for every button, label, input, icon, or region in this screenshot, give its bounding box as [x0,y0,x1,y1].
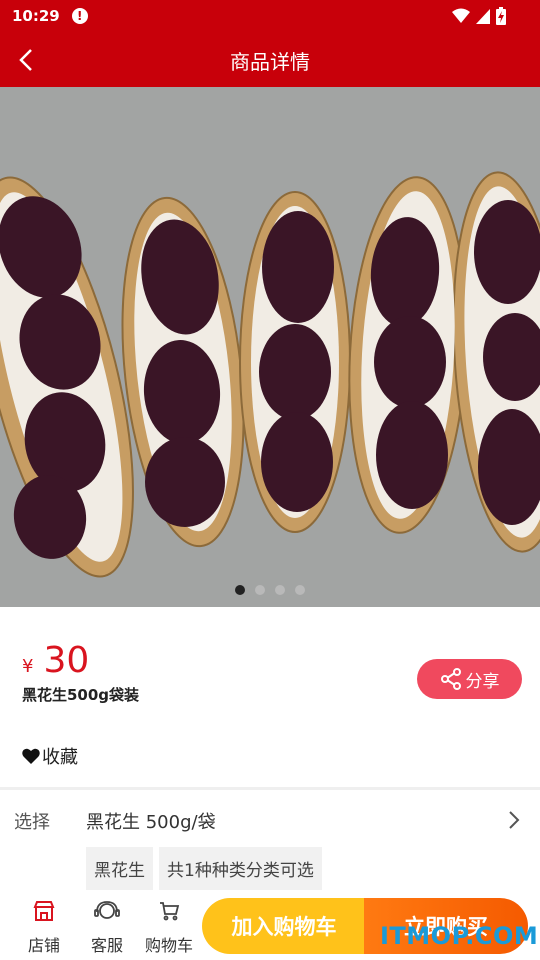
watermark: ITMOP.COM [380,922,539,950]
chevron-right-icon [509,811,520,829]
carousel-indicator [0,585,540,595]
cart-label: 购物车 [145,936,194,955]
customer-service-button[interactable]: 客服 [91,898,123,956]
store-button[interactable]: 店铺 [28,898,60,956]
spec-chip[interactable]: 共1种种类分类可选 [159,847,322,890]
status-time: 10:29 [12,7,60,25]
product-info: ¥ 30 黑花生500g袋装 分享 收藏 [0,607,540,787]
status-bar: 10:29 ! [0,0,540,32]
page-title: 商品详情 [230,50,310,74]
price-value: 30 [43,640,90,681]
cart-nav-button[interactable]: 购物车 [145,898,193,956]
app-bar: 商品详情 [0,32,540,87]
spec-chip[interactable]: 黑花生 [86,847,153,890]
share-button[interactable]: 分享 [417,659,522,699]
heart-icon [22,748,40,764]
spec-label: 选择 [14,812,50,833]
service-label: 客服 [91,936,124,955]
signal-icon [476,9,490,24]
carousel-dot[interactable] [235,585,245,595]
cart-icon [158,898,180,924]
spec-chips: 黑花生 共1种种类分类可选 [86,847,322,890]
alert-icon: ! [71,8,88,24]
product-name: 黑花生500g袋装 [22,686,140,704]
favorite-label: 收藏 [42,747,78,768]
spec-value: 黑花生 500g/袋 [86,812,216,833]
product-image [0,87,540,607]
share-label: 分享 [465,671,500,692]
spec-selector[interactable]: 选择 黑花生 500g/袋 [0,790,540,850]
product-image-carousel[interactable] [0,87,540,607]
currency-symbol: ¥ [22,656,34,677]
add-to-cart-button[interactable]: 加入购物车 [202,898,366,954]
carousel-dot[interactable] [255,585,265,595]
status-icons [452,7,506,25]
carousel-dot[interactable] [275,585,285,595]
headset-icon [94,898,120,924]
wifi-icon [452,8,470,23]
favorite-button[interactable]: 收藏 [22,743,78,769]
share-icon [440,668,461,690]
store-label: 店铺 [28,936,61,955]
store-icon [33,898,55,924]
price: ¥ 30 [22,640,89,681]
battery-icon [496,7,506,25]
carousel-dot[interactable] [295,585,305,595]
